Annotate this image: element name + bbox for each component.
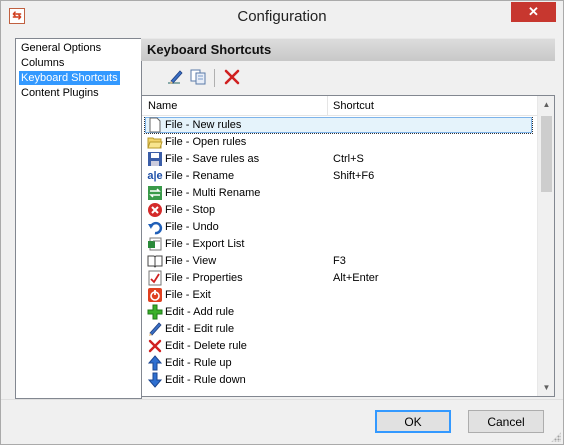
arrow-up-icon [147, 355, 163, 371]
exit-icon [147, 287, 163, 303]
list-item[interactable]: File - Undo [145, 219, 533, 236]
scroll-thumb[interactable] [541, 116, 552, 192]
copy-shortcut-button[interactable] [189, 68, 207, 86]
close-button[interactable]: ✕ [511, 2, 556, 22]
shortcuts-list[interactable]: Name Shortcut File - New rules File - Op… [141, 95, 555, 397]
list-item[interactable]: Edit - Edit rule [145, 321, 533, 338]
list-scrollbar[interactable]: ▲ ▼ [537, 96, 554, 396]
list-header: Name Shortcut [142, 96, 537, 116]
resize-grip-icon[interactable] [551, 432, 561, 442]
column-header-shortcut[interactable]: Shortcut [333, 100, 374, 112]
column-divider[interactable] [327, 96, 328, 116]
nav-item-keyboard-shortcuts[interactable]: Keyboard Shortcuts [19, 71, 120, 85]
ok-button[interactable]: OK [375, 410, 451, 433]
open-folder-icon [147, 134, 163, 150]
stop-icon [147, 202, 163, 218]
list-item[interactable]: File - Open rules [145, 134, 533, 151]
add-icon [147, 304, 163, 320]
multi-rename-icon [147, 185, 163, 201]
list-item[interactable]: Edit - Rule up [145, 355, 533, 372]
nav-item-content-plugins[interactable]: Content Plugins [19, 86, 101, 100]
dialog-body: General Options Columns Keyboard Shortcu… [7, 32, 557, 399]
toolbar-separator [214, 69, 215, 87]
list-item[interactable]: Edit - Add rule [145, 304, 533, 321]
arrow-down-icon [147, 372, 163, 388]
save-icon [147, 151, 163, 167]
column-header-name[interactable]: Name [148, 100, 177, 112]
new-file-icon [147, 117, 163, 133]
dialog-footer: OK Cancel [1, 399, 563, 444]
nav-item-general-options[interactable]: General Options [19, 41, 103, 55]
export-list-icon [147, 236, 163, 252]
list-item[interactable]: Edit - Rule down [145, 372, 533, 389]
nav-item-columns[interactable]: Columns [19, 56, 66, 70]
list-rows: File - New rules File - Open rules File … [142, 117, 537, 396]
list-item[interactable]: a|e File - Rename Shift+F6 [145, 168, 533, 185]
delete-icon [224, 69, 240, 85]
pencil-icon [147, 321, 163, 337]
category-list[interactable]: General Options Columns Keyboard Shortcu… [15, 38, 142, 399]
scroll-up-icon[interactable]: ▲ [538, 96, 555, 113]
list-item[interactable]: Edit - Delete rule [145, 338, 533, 355]
shortcuts-toolbar [167, 68, 247, 88]
list-item[interactable]: File - View F3 [145, 253, 533, 270]
pencil-icon [168, 70, 183, 84]
view-icon [147, 253, 163, 269]
delete-icon [147, 338, 163, 354]
title-bar[interactable]: ⇆ Configuration ✕ [1, 1, 563, 32]
list-item[interactable]: File - Export List [145, 236, 533, 253]
list-item[interactable]: File - Save rules as Ctrl+S [145, 151, 533, 168]
properties-icon [147, 270, 163, 286]
configuration-window: ⇆ Configuration ✕ General Options Column… [0, 0, 564, 445]
list-item[interactable]: File - Exit [145, 287, 533, 304]
edit-shortcut-button[interactable] [167, 68, 185, 86]
undo-icon [147, 219, 163, 235]
rename-icon: a|e [147, 169, 163, 182]
list-item[interactable]: File - Stop [145, 202, 533, 219]
delete-shortcut-button[interactable] [223, 68, 241, 86]
scroll-down-icon[interactable]: ▼ [538, 379, 555, 396]
list-item[interactable]: File - Properties Alt+Enter [145, 270, 533, 287]
panel-title: Keyboard Shortcuts [147, 42, 272, 57]
panel-header: Keyboard Shortcuts [141, 38, 555, 61]
window-title: Configuration [237, 8, 327, 25]
cancel-button[interactable]: Cancel [468, 410, 544, 433]
copy-icon [190, 69, 206, 85]
list-item[interactable]: File - Multi Rename [145, 185, 533, 202]
list-item[interactable]: File - New rules [144, 117, 533, 134]
